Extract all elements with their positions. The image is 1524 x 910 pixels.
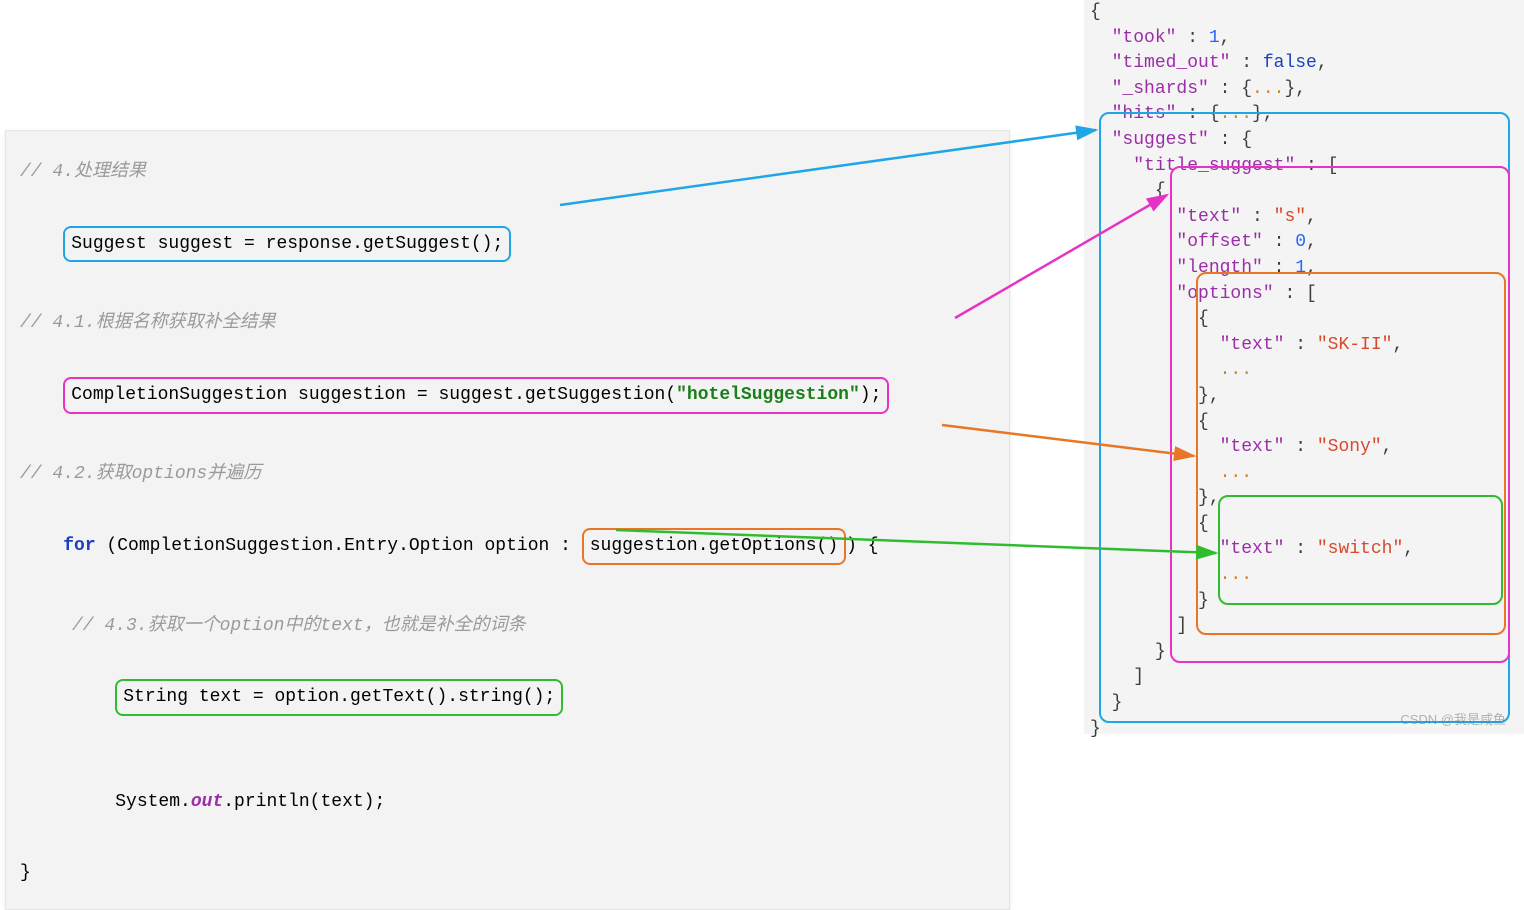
code-part: ); [860,385,882,405]
json-str: "s" [1274,207,1306,227]
json-bool: false [1263,53,1317,73]
json-key: "title_suggest" [1133,156,1295,176]
json-key: "timed_out" [1112,53,1231,73]
json-key: "options" [1176,284,1273,304]
json-key: "text" [1220,437,1285,457]
json-dots: ... [1220,463,1252,483]
json-key: "length" [1176,258,1262,278]
code-part: (CompletionSuggestion.Entry.Option optio… [96,536,582,556]
json-panel: { "took" : 1, "timed_out" : false, "_sha… [1084,0,1524,734]
json-dots: ... [1220,360,1252,380]
json-key: "text" [1176,207,1241,227]
json-key: "text" [1220,539,1285,559]
json-key: "text" [1220,335,1285,355]
json-dots: ... [1252,79,1284,99]
json-key: "took" [1112,28,1177,48]
json-str: "Sony" [1317,437,1382,457]
comment-4-1: // 4.1.根据名称获取补全结果 [20,309,995,338]
json-key: "offset" [1176,232,1262,252]
json-key: "hits" [1112,104,1177,124]
code-part: .println(text); [223,792,385,812]
json-key: "_shards" [1112,79,1209,99]
comment-4-2: // 4.2.获取options并遍历 [20,460,995,489]
keyword-for: for [63,536,95,556]
code-get-text: String text = option.getText().string(); [115,679,563,716]
json-dots: ... [1220,104,1252,124]
json-key: "suggest" [1112,130,1209,150]
comment-4-3: // 4.3.获取一个option中的text，也就是补全的词条 [20,612,995,641]
json-str: "switch" [1317,539,1403,559]
code-get-suggestion: CompletionSuggestion suggestion = sugges… [63,377,889,414]
code-panel: // 4.处理结果 Suggest suggest = response.get… [5,130,1010,910]
json-num: 1 [1295,258,1306,278]
brace: { [1090,2,1101,22]
brace-close: } [20,859,995,888]
code-get-suggest: Suggest suggest = response.getSuggest(); [63,226,511,263]
comment-4: // 4.处理结果 [20,158,995,187]
field-out: out [191,792,223,812]
json-str: "SK-II" [1317,335,1393,355]
string-literal: "hotelSuggestion" [676,385,860,405]
json-dots: ... [1220,565,1252,585]
code-get-options: suggestion.getOptions() [582,528,846,565]
code-part: CompletionSuggestion suggestion = sugges… [71,385,676,405]
watermark: CSDN @我是咸鱼 [1400,709,1506,728]
code-part: System. [115,792,191,812]
json-num: 1 [1209,28,1220,48]
json-num: 0 [1295,232,1306,252]
code-part: ) { [846,536,878,556]
